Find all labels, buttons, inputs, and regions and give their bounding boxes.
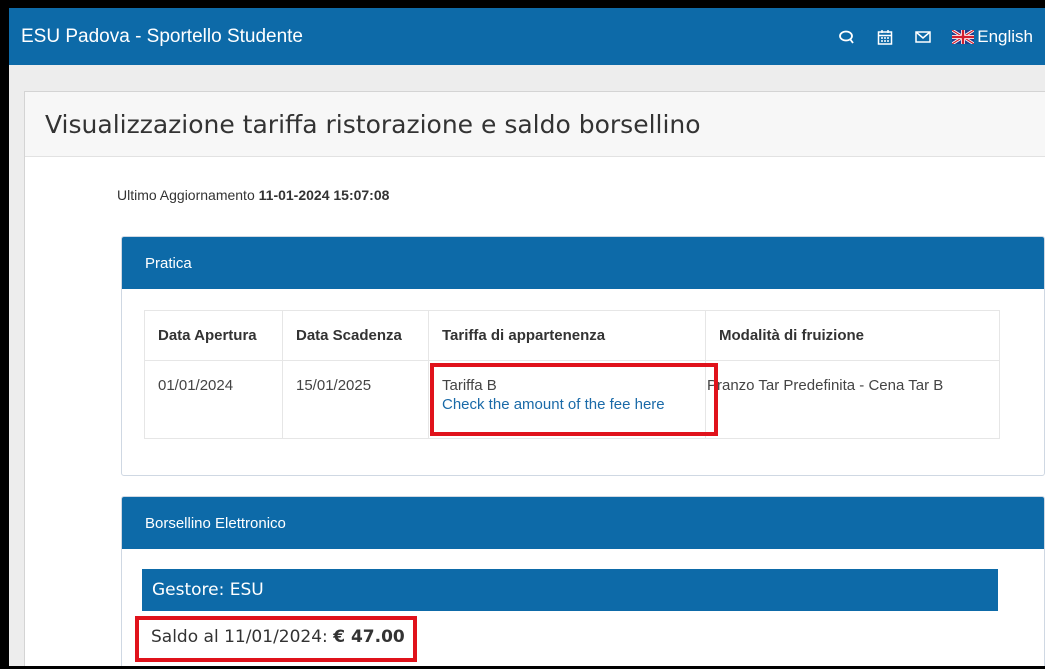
uk-flag-icon (952, 29, 975, 44)
page-header: Visualizzazione tariffa ristorazione e s… (25, 92, 1045, 157)
last-update: Ultimo Aggiornamento 11-01-2024 15:07:08 (117, 187, 389, 203)
column-header: Modalità di fruizione (705, 310, 1000, 361)
pratica-panel-heading: Pratica (122, 237, 1044, 289)
data-scadenza-cell: 15/01/2025 (282, 360, 429, 439)
modalita-cell: Pranzo Tar Predefinita - Cena Tar B (705, 360, 1000, 439)
last-update-value: 11-01-2024 15:07:08 (258, 187, 390, 203)
brand-title[interactable]: ESU Padova - Sportello Studente (21, 26, 303, 48)
borsellino-panel-heading: Borsellino Elettronico (122, 497, 1044, 549)
table-header-row: Data Apertura Data Scadenza Tariffa di a… (144, 310, 1000, 361)
gestore-bar: Gestore: ESU (142, 569, 998, 611)
data-apertura-cell: 01/01/2024 (144, 360, 283, 439)
language-label: English (977, 26, 1033, 46)
tariffa-highlight-box (430, 363, 718, 436)
column-header: Data Scadenza (282, 310, 429, 361)
pratica-panel: Pratica Data Apertura Data Scadenza Tari… (121, 236, 1045, 476)
calendar-icon[interactable] (876, 28, 894, 46)
app-frame: ESU Padova - Sportello Studente English … (9, 8, 1045, 666)
last-update-label: Ultimo Aggiornamento (117, 187, 255, 203)
language-switcher[interactable]: English (952, 27, 1033, 47)
saldo-highlight-box (135, 616, 417, 662)
top-navbar: ESU Padova - Sportello Studente English (9, 8, 1045, 65)
navbar-actions: English (838, 27, 1033, 47)
page-title: Visualizzazione tariffa ristorazione e s… (45, 109, 701, 139)
column-header: Data Apertura (144, 310, 283, 361)
mail-icon[interactable] (914, 28, 932, 46)
column-header: Tariffa di appartenenza (428, 310, 706, 361)
chat-icon[interactable] (838, 28, 856, 46)
